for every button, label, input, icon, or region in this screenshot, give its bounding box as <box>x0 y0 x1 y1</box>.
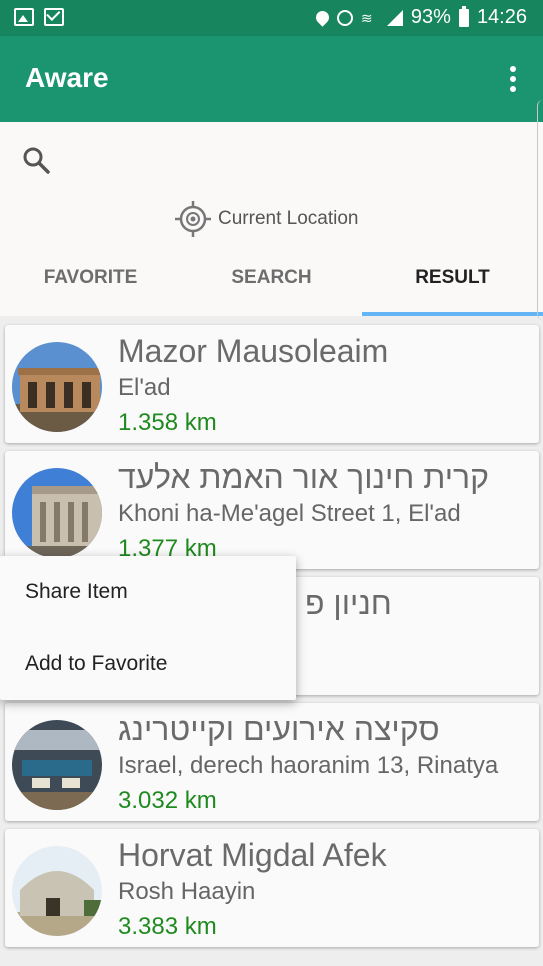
clock: 14:26 <box>476 6 527 28</box>
list-item[interactable]: סקיצה אירועים וקייטרינג Israel, derech h… <box>5 703 539 821</box>
place-title: Mazor Mausoleaim <box>118 333 389 369</box>
place-title: Horvat Migdal Afek <box>118 837 387 873</box>
alarm-icon <box>336 9 353 26</box>
place-title: קרית חינוך אור האמת אלעד <box>118 459 489 495</box>
drawer-edge[interactable] <box>537 100 543 320</box>
menu-item-share[interactable]: Share Item <box>0 556 296 628</box>
tab-search[interactable]: SEARCH <box>181 252 362 316</box>
status-bar: ≋ 93% 14:26 <box>0 0 543 36</box>
place-title: סקיצה אירועים וקייטרינג <box>118 711 440 747</box>
app-title: Aware <box>25 62 109 93</box>
list-item[interactable]: Horvat Migdal Afek Rosh Haayin 3.383 km <box>5 829 539 947</box>
tab-favorite[interactable]: FAVORITE <box>0 252 181 316</box>
menu-item-add-favorite[interactable]: Add to Favorite <box>0 628 296 700</box>
tab-bar: FAVORITE SEARCH RESULT <box>0 252 543 316</box>
place-address: Rosh Haayin <box>118 878 256 905</box>
place-thumbnail <box>12 720 102 810</box>
current-location-label: Current Location <box>218 208 359 229</box>
mail-notification-icon <box>44 8 64 26</box>
place-distance: 3.032 km <box>118 787 217 814</box>
gallery-notification-icon <box>14 8 34 26</box>
list-item[interactable]: Mazor Mausoleaim El'ad 1.358 km <box>5 325 539 443</box>
search-panel: Current Location FAVORITE SEARCH RESULT <box>0 122 543 316</box>
place-address: Khoni ha-Me'agel Street 1, El'ad <box>118 500 461 527</box>
place-address: El'ad <box>118 374 171 401</box>
more-vert-icon[interactable] <box>509 66 517 92</box>
place-distance: 1.358 km <box>118 409 217 436</box>
gps-target-icon <box>175 201 211 237</box>
place-thumbnail <box>12 846 102 936</box>
tab-result[interactable]: RESULT <box>362 252 543 316</box>
place-address: Israel, derech haoranim 13, Rinatya <box>118 752 499 779</box>
wifi-icon: ≋ <box>360 9 373 26</box>
place-distance: 3.383 km <box>118 913 217 940</box>
place-thumbnail <box>12 468 102 558</box>
context-menu: Share Item Add to Favorite <box>0 556 296 700</box>
list-item[interactable]: קרית חינוך אור האמת אלעד Khoni ha-Me'age… <box>5 451 539 569</box>
signal-icon <box>386 9 403 26</box>
current-location-button[interactable]: Current Location <box>174 200 358 238</box>
place-title: חניון פ <box>305 585 392 621</box>
app-bar: Aware <box>0 36 543 122</box>
location-pin-icon <box>313 8 332 27</box>
battery-percent: 93% <box>410 6 451 28</box>
battery-icon <box>458 5 469 27</box>
search-icon[interactable] <box>22 146 50 174</box>
place-thumbnail <box>12 342 102 432</box>
